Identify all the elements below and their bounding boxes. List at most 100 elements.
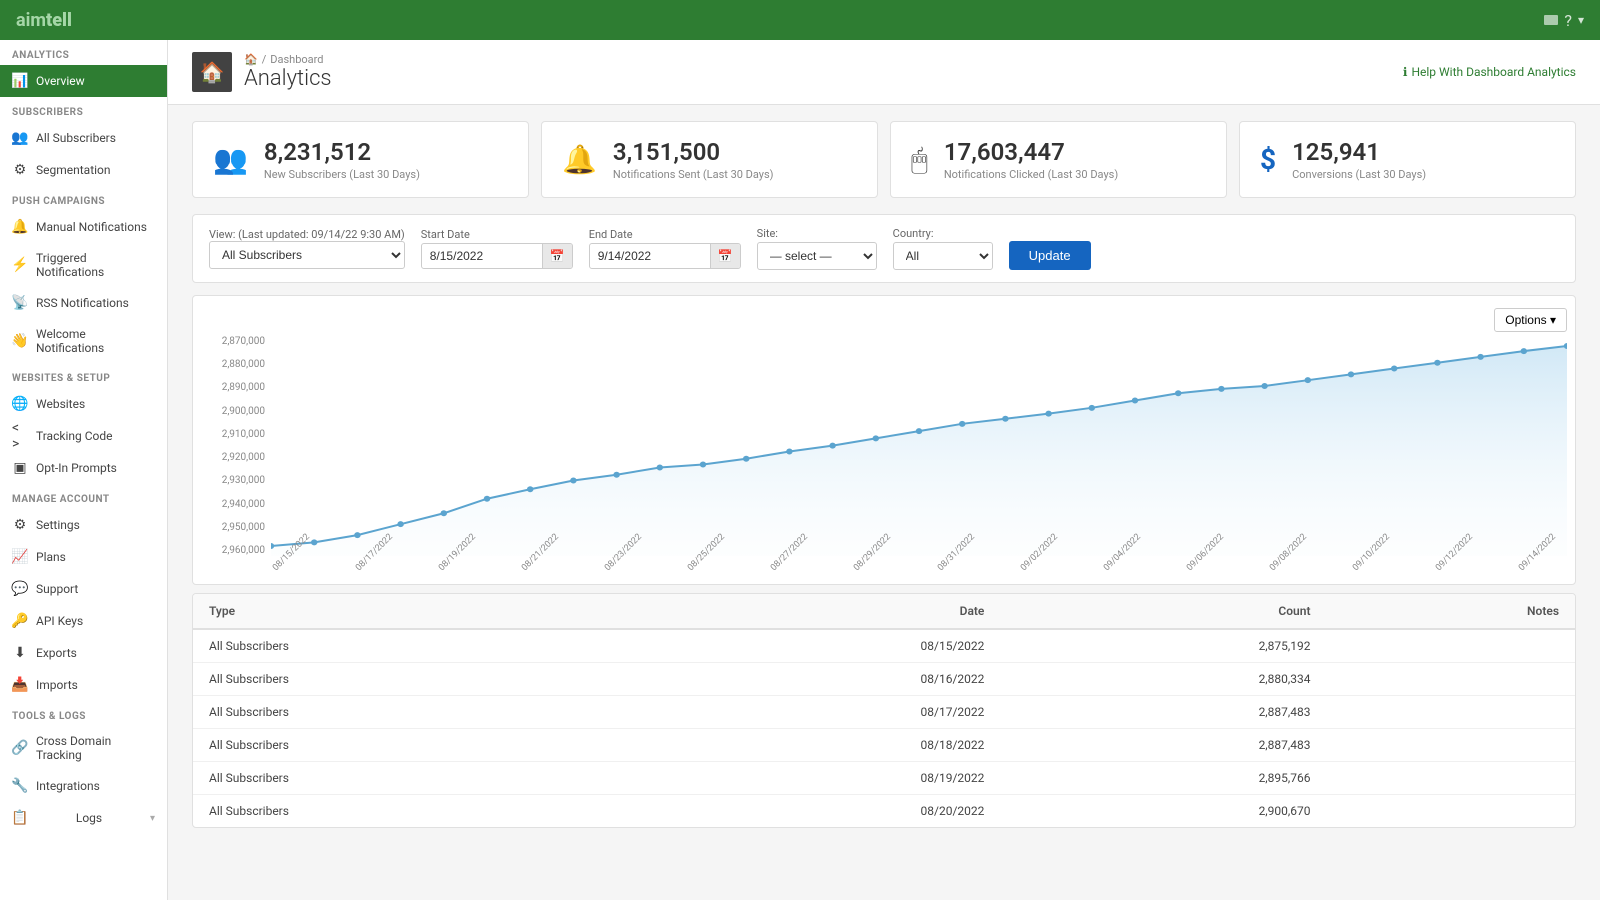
sidebar-item-api-keys[interactable]: 🔑API Keys xyxy=(0,605,167,637)
page-title: Analytics xyxy=(244,66,332,91)
sidebar-label-websites: Websites xyxy=(36,397,85,411)
conversions-value: 125,941 xyxy=(1292,138,1426,166)
y-axis-label: 2,890,000 xyxy=(201,382,265,393)
sidebar-label-manual-notifications: Manual Notifications xyxy=(36,220,147,234)
topnav-right: ? ▾ xyxy=(1544,11,1584,30)
cell-count: 2,887,483 xyxy=(1000,729,1326,762)
sidebar-item-support[interactable]: 💬Support xyxy=(0,573,167,605)
y-axis-label: 2,920,000 xyxy=(201,452,265,463)
sidebar-label-all-subscribers: All Subscribers xyxy=(36,131,116,145)
sidebar-section-websites-&-setup: Websites & Setup xyxy=(0,363,167,388)
chart-options: Options ▾ xyxy=(201,308,1567,332)
sidebar-label-exports: Exports xyxy=(36,646,77,660)
start-date-calendar-button[interactable]: 📅 xyxy=(542,244,572,268)
site-select[interactable]: — select — xyxy=(757,242,877,270)
cell-notes xyxy=(1327,663,1576,696)
y-axis-label: 2,870,000 xyxy=(201,336,265,347)
chart-area xyxy=(271,346,1567,556)
start-date-input-wrapper: 📅 xyxy=(421,243,573,269)
help-icon[interactable]: ? xyxy=(1564,11,1572,30)
table-body: All Subscribers 08/15/2022 2,875,192 All… xyxy=(193,629,1575,827)
sidebar-item-segmentation[interactable]: ⚙Segmentation xyxy=(0,154,167,186)
sidebar-item-overview[interactable]: 📊Overview xyxy=(0,65,167,97)
chart-dot xyxy=(311,539,317,545)
sidebar-item-cross-domain-tracking[interactable]: 🔗Cross Domain Tracking xyxy=(0,726,167,770)
breadcrumb: 🏠 / Dashboard xyxy=(244,53,332,66)
table-row: All Subscribers 08/19/2022 2,895,766 xyxy=(193,762,1575,795)
cell-notes xyxy=(1327,629,1576,663)
conversions-info: 125,941 Conversions (Last 30 Days) xyxy=(1292,138,1426,181)
sidebar-item-manual-notifications[interactable]: 🔔Manual Notifications xyxy=(0,211,167,243)
chart-dot xyxy=(959,421,965,427)
dropdown-icon[interactable]: ▾ xyxy=(1578,13,1584,27)
chart-dot xyxy=(354,532,360,538)
y-axis-label: 2,880,000 xyxy=(201,359,265,370)
stat-card-conversions: $ 125,941 Conversions (Last 30 Days) xyxy=(1239,121,1576,198)
country-filter-group: Country: All xyxy=(893,227,993,270)
stat-card-notifications-sent: 🔔 3,151,500 Notifications Sent (Last 30 … xyxy=(541,121,878,198)
sidebar-item-integrations[interactable]: 🔧Integrations xyxy=(0,770,167,802)
sidebar-item-exports[interactable]: ⬇Exports xyxy=(0,637,167,669)
end-date-calendar-button[interactable]: 📅 xyxy=(710,244,740,268)
sidebar-item-triggered-notifications[interactable]: ⚡Triggered Notifications xyxy=(0,243,167,287)
logo-text: aimtell xyxy=(16,10,72,31)
col-notes: Notes xyxy=(1327,594,1576,629)
main-content: 🏠 🏠 / Dashboard Analytics ℹ Help With Da… xyxy=(168,40,1600,900)
data-table: Type Date Count Notes All Subscribers 08… xyxy=(192,593,1576,828)
end-date-input[interactable] xyxy=(590,244,710,268)
table-row: All Subscribers 08/16/2022 2,880,334 xyxy=(193,663,1575,696)
chart-dot xyxy=(1261,383,1267,389)
notifications-sent-label: Notifications Sent (Last 30 Days) xyxy=(613,168,774,181)
rss-notifications-icon: 📡 xyxy=(12,295,28,311)
logo[interactable]: aimtell xyxy=(16,10,72,31)
start-date-input[interactable] xyxy=(422,244,542,268)
end-date-group: End Date 📅 xyxy=(589,228,741,269)
notifications-sent-info: 3,151,500 Notifications Sent (Last 30 Da… xyxy=(613,138,774,181)
sidebar-item-settings[interactable]: ⚙Settings xyxy=(0,509,167,541)
chart-options-button[interactable]: Options ▾ xyxy=(1494,308,1567,332)
plans-icon: 📈 xyxy=(12,549,28,565)
y-axis-label: 2,940,000 xyxy=(201,499,265,510)
cell-date: 08/18/2022 xyxy=(628,729,1000,762)
sidebar-label-overview: Overview xyxy=(36,74,85,88)
sidebar-item-opt-in-prompts[interactable]: ▣Opt-In Prompts xyxy=(0,452,167,484)
page-header-left: 🏠 🏠 / Dashboard Analytics xyxy=(192,52,332,92)
page-header: 🏠 🏠 / Dashboard Analytics ℹ Help With Da… xyxy=(168,40,1600,105)
chart-dot xyxy=(1348,371,1354,377)
help-link[interactable]: ℹ Help With Dashboard Analytics xyxy=(1403,65,1576,79)
sidebar-item-tracking-code[interactable]: < >Tracking Code xyxy=(0,420,167,452)
sidebar-item-websites[interactable]: 🌐Websites xyxy=(0,388,167,420)
chart-dot xyxy=(1305,377,1311,383)
notifications-sent-value: 3,151,500 xyxy=(613,138,774,166)
integrations-icon: 🔧 xyxy=(12,778,28,794)
chart-dot xyxy=(743,456,749,462)
chart-dot xyxy=(786,448,792,454)
sidebar-item-welcome-notifications[interactable]: 👋Welcome Notifications xyxy=(0,319,167,363)
sidebar-item-all-subscribers[interactable]: 👥All Subscribers xyxy=(0,122,167,154)
cell-count: 2,880,334 xyxy=(1000,663,1326,696)
table-row: All Subscribers 08/18/2022 2,887,483 xyxy=(193,729,1575,762)
chart-svg xyxy=(271,336,1567,556)
sidebar-label-plans: Plans xyxy=(36,550,66,564)
tracking-code-icon: < > xyxy=(12,428,28,444)
sidebar-item-imports[interactable]: 📥Imports xyxy=(0,669,167,701)
sidebar-item-plans[interactable]: 📈 Plans xyxy=(0,541,167,573)
country-select[interactable]: All xyxy=(893,242,993,270)
view-select[interactable]: All Subscribers xyxy=(209,241,405,269)
y-axis-label: 2,950,000 xyxy=(201,522,265,533)
chart-wrapper: 2,960,0002,950,0002,940,0002,930,0002,92… xyxy=(201,336,1567,556)
sidebar-section-push-campaigns: Push Campaigns xyxy=(0,186,167,211)
new-subscribers-value: 8,231,512 xyxy=(264,138,420,166)
cell-type: All Subscribers xyxy=(193,696,628,729)
new-subscribers-icon: 👥 xyxy=(213,143,248,176)
sidebar-item-rss-notifications[interactable]: 📡RSS Notifications xyxy=(0,287,167,319)
start-date-group: Start Date 📅 xyxy=(421,228,573,269)
content-area: 👥 8,231,512 New Subscribers (Last 30 Day… xyxy=(168,105,1600,900)
cell-type: All Subscribers xyxy=(193,762,628,795)
page-icon: 🏠 xyxy=(192,52,232,92)
update-button[interactable]: Update xyxy=(1009,241,1091,270)
sidebar-item-logs[interactable]: 📋Logs▾ xyxy=(0,802,167,834)
help-icon: ℹ xyxy=(1403,65,1408,79)
chart-dot xyxy=(1132,398,1138,404)
table-header: Type Date Count Notes xyxy=(193,594,1575,629)
